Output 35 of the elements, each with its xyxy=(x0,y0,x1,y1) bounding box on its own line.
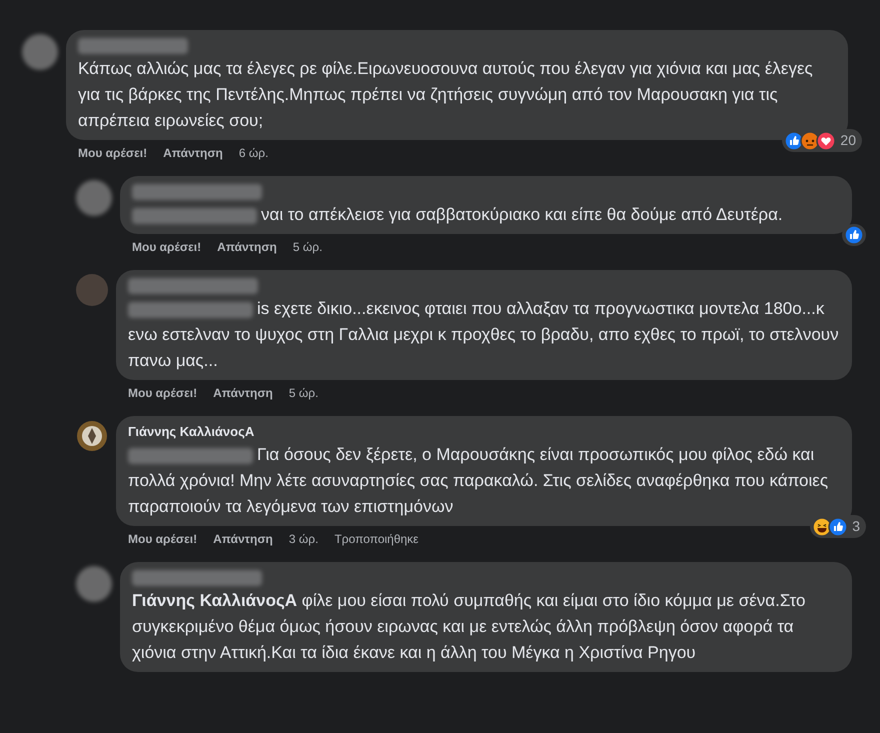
reply-link[interactable]: Απάντηση xyxy=(213,384,273,402)
like-link[interactable]: Μου αρέσει! xyxy=(128,384,198,402)
like-link[interactable]: Μου αρέσει! xyxy=(132,238,202,256)
reactions-pill[interactable] xyxy=(842,224,866,246)
reaction-count: 20 xyxy=(840,131,856,150)
like-link[interactable]: Μου αρέσει! xyxy=(78,144,148,162)
angry-reaction-icon xyxy=(800,130,820,150)
reply-link[interactable]: Απάντηση xyxy=(217,238,277,256)
edited-label: Τροποποιήθηκε xyxy=(334,531,419,548)
like-reaction-icon xyxy=(828,516,848,536)
blurred-avatar[interactable] xyxy=(76,566,112,602)
blurred-avatar[interactable] xyxy=(22,34,58,70)
reactions-pill[interactable]: 3 xyxy=(810,515,866,538)
reply-link[interactable]: Απάντηση xyxy=(163,144,223,162)
dark-avatar[interactable] xyxy=(76,274,108,306)
like-reaction-icon xyxy=(784,130,804,150)
comment-text: Κάπως αλλιώς μας τα έλεγες ρε φίλε.Ειρωνευοσουνα αυτούς που έλεγαν για χιόνια και μας έλεγες για τις βάρκες της Πεντέλης.Μηπως πρέπει να ζητήσεις συγνώμη από τον Μαρουσακη για τις απρέπεια ειρωνείες σου; xyxy=(78,58,814,132)
blurred-avatar[interactable] xyxy=(76,180,112,216)
like-link[interactable]: Μου αρέσει! xyxy=(128,530,198,548)
commenter-name[interactable]: Γιάννης ΚαλλιάνοςΑ xyxy=(128,422,840,442)
comment-time[interactable]: 5 ώρ. xyxy=(292,238,322,256)
heart-reaction-icon xyxy=(816,130,836,150)
reactions-pill[interactable]: 20 xyxy=(782,129,862,152)
comment-text: ναι το απέκλεισε για σαββατοκύριακο και είπε θα δούμε από Δευτέρα. xyxy=(132,202,840,228)
like-reaction-icon xyxy=(844,225,864,245)
reply-link[interactable]: Απάντηση xyxy=(213,530,273,548)
emblem-avatar[interactable] xyxy=(76,420,108,452)
comment-text: Για όσους δεν ξέρετε, ο Μαρουσάκης είναι προσωπικός μου φίλος εδώ και πολλά χρόνια! Μην λέτε ασυναρτησίες σας παρακαλώ. Στις σελίδες αναφέρθηκα που κάποιες παραποιούν τα λεγόμενα των επιστημόνων xyxy=(128,444,830,518)
comment-text: is εχετε δικιο...εκεινος φταιει που αλλαξαν τα προγνωστικα μοντελα 180ο...κ ενω εστελναν το ψυχος στη Γαλλια μεχρι κ προχθες το βραδυ, απο εχθες το πρωϊ, το στελνουν πανω μας... xyxy=(128,298,840,372)
comment-text: Γιάννης ΚαλλιάνοςΑ φίλε μου είσαι πολύ συμπαθής και είμαι στο ίδιο κόμμα με σένα.Στο συγκεκριμένο θέμα όμως ήσουν ειρωνας και με εντελώς άλλη πρόβλεψη όσον αφορά τα χιόνια στην Αττική.Και τα ίδια έκανε και η άλλη του Μέγκα η Χριστίνα Ρηγου xyxy=(132,590,806,664)
comment-time[interactable]: 6 ώρ. xyxy=(238,144,268,162)
comment-time[interactable]: 5 ώρ. xyxy=(288,384,318,402)
laughing-reaction-icon xyxy=(812,516,832,536)
reaction-count: 3 xyxy=(852,517,860,536)
comment-time[interactable]: 3 ώρ. xyxy=(288,530,318,548)
